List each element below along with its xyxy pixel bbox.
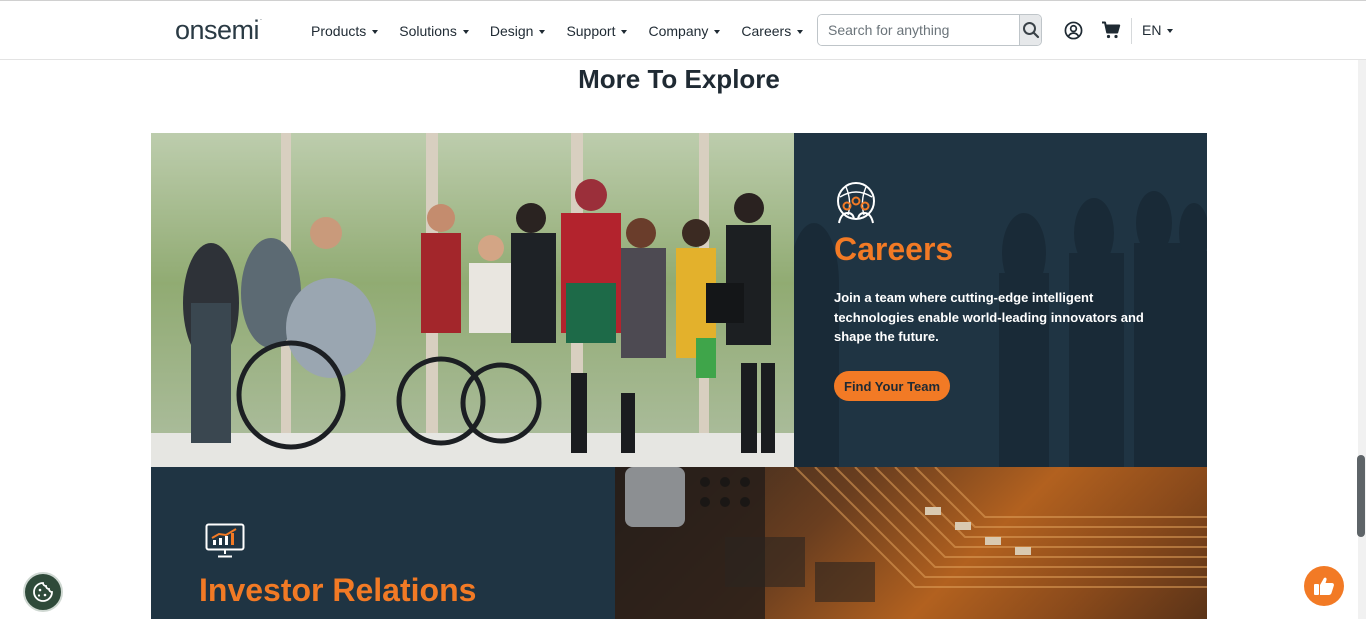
thumbs-up-icon — [1314, 577, 1334, 595]
careers-title: Careers — [834, 231, 954, 267]
circuit-board-image — [615, 467, 1207, 619]
presentation-chart-icon — [205, 523, 245, 558]
cart-button[interactable] — [1100, 19, 1122, 41]
main-nav: Products Solutions Design Support Compan… — [311, 1, 824, 61]
careers-card: Careers Join a team where cutting-edge i… — [794, 133, 1207, 467]
feedback-button[interactable] — [1304, 566, 1344, 606]
people-photo-image — [151, 133, 794, 467]
search-box — [817, 14, 1042, 46]
caret-down-icon — [714, 29, 721, 34]
caret-down-icon — [462, 29, 469, 34]
careers-photo — [151, 133, 794, 467]
nav-support[interactable]: Support — [566, 23, 628, 39]
scrollbar-thumb[interactable] — [1357, 455, 1365, 537]
nav-products[interactable]: Products — [311, 23, 379, 39]
careers-description: Join a team where cutting-edge intellige… — [834, 290, 1144, 344]
search-icon — [1022, 22, 1039, 39]
caret-down-icon — [797, 29, 804, 34]
caret-down-icon — [539, 29, 546, 34]
header-divider — [1131, 18, 1132, 44]
cookie-settings-button[interactable] — [23, 572, 63, 612]
cookie-icon — [33, 582, 53, 602]
caret-down-icon — [372, 29, 379, 34]
nav-solutions[interactable]: Solutions — [399, 23, 469, 39]
user-circle-icon — [1064, 21, 1082, 39]
site-header: onsemi. Products Solutions Design Suppor… — [0, 0, 1366, 60]
investor-relations-title: Investor Relations — [199, 572, 477, 608]
circuit-board-photo — [615, 467, 1207, 619]
search-input[interactable] — [818, 15, 1019, 45]
investor-relations-card: Investor Relations — [151, 467, 615, 619]
language-selector[interactable]: EN — [1142, 22, 1174, 38]
team-network-icon — [837, 182, 875, 224]
caret-down-icon — [621, 29, 628, 34]
nav-company[interactable]: Company — [648, 23, 721, 39]
find-your-team-button[interactable]: Find Your Team — [834, 371, 951, 401]
account-button[interactable] — [1062, 19, 1084, 41]
caret-down-icon — [1167, 28, 1174, 33]
onsemi-logo[interactable]: onsemi. — [175, 15, 262, 46]
nav-design[interactable]: Design — [490, 23, 546, 39]
nav-careers[interactable]: Careers — [741, 23, 804, 39]
cart-icon — [1102, 21, 1121, 39]
section-title: More To Explore — [578, 64, 780, 94]
search-button[interactable] — [1019, 15, 1041, 45]
